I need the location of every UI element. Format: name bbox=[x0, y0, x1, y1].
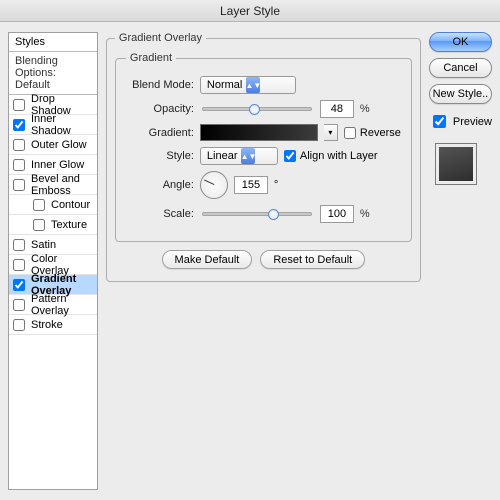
style-label: Inner Glow bbox=[31, 159, 93, 171]
reverse-checkbox[interactable]: Reverse bbox=[344, 127, 401, 139]
style-label: Satin bbox=[31, 239, 93, 251]
make-default-button[interactable]: Make Default bbox=[162, 250, 253, 269]
style-checkbox[interactable] bbox=[13, 239, 25, 251]
legend-inner: Gradient bbox=[126, 52, 176, 64]
reset-to-default-button[interactable]: Reset to Default bbox=[260, 250, 365, 269]
dropdown-arrows-icon: ▲▼ bbox=[246, 77, 260, 93]
style-row-inner-shadow[interactable]: Inner Shadow bbox=[9, 115, 97, 135]
scale-label: Scale: bbox=[126, 208, 194, 220]
style-checkbox[interactable] bbox=[33, 199, 45, 211]
styles-header[interactable]: Styles bbox=[9, 33, 97, 52]
blend-mode-label: Blend Mode: bbox=[126, 79, 194, 91]
gradient-label: Gradient: bbox=[126, 127, 194, 139]
style-label: Outer Glow bbox=[31, 139, 93, 151]
style-checkbox[interactable] bbox=[13, 139, 25, 151]
style-label: Contour bbox=[51, 199, 93, 211]
align-with-layer-checkbox[interactable]: Align with Layer bbox=[284, 150, 378, 162]
style-label: Style: bbox=[126, 150, 194, 162]
style-checkbox[interactable] bbox=[13, 319, 25, 331]
preview-swatch bbox=[435, 143, 477, 185]
style-row-bevel-and-emboss[interactable]: Bevel and Emboss bbox=[9, 175, 97, 195]
layer-style-dialog: Layer Style Styles Blending Options: Def… bbox=[0, 0, 500, 500]
style-label: Pattern Overlay bbox=[31, 293, 93, 317]
style-label: Texture bbox=[51, 219, 93, 231]
style-checkbox[interactable] bbox=[13, 279, 25, 291]
style-row-pattern-overlay[interactable]: Pattern Overlay bbox=[9, 295, 97, 315]
preview-checkbox[interactable]: Preview bbox=[429, 112, 492, 131]
blend-mode-dropdown[interactable]: Normal ▲▼ bbox=[200, 76, 296, 94]
gradient-swatch[interactable] bbox=[200, 124, 318, 141]
angle-dial[interactable] bbox=[200, 171, 228, 199]
style-row-contour[interactable]: Contour bbox=[9, 195, 97, 215]
dropdown-arrows-icon: ▲▼ bbox=[241, 148, 255, 164]
ok-button[interactable]: OK bbox=[429, 32, 492, 52]
scale-input[interactable] bbox=[320, 205, 354, 223]
style-row-texture[interactable]: Texture bbox=[9, 215, 97, 235]
opacity-slider[interactable] bbox=[202, 107, 312, 111]
new-style-button[interactable]: New Style.. bbox=[429, 84, 492, 104]
window-title: Layer Style bbox=[0, 0, 500, 22]
style-checkbox[interactable] bbox=[13, 99, 25, 111]
style-checkbox[interactable] bbox=[13, 119, 25, 131]
degree-label: ° bbox=[274, 179, 278, 191]
cancel-button[interactable]: Cancel bbox=[429, 58, 492, 78]
styles-list-panel: Styles Blending Options: Default Drop Sh… bbox=[8, 32, 98, 490]
percent-label: % bbox=[360, 103, 370, 115]
angle-label: Angle: bbox=[126, 179, 194, 191]
blending-options-row[interactable]: Blending Options: Default bbox=[9, 52, 97, 95]
style-checkbox[interactable] bbox=[13, 259, 25, 271]
style-label: Stroke bbox=[31, 319, 93, 331]
style-dropdown[interactable]: Linear ▲▼ bbox=[200, 147, 278, 165]
gradient-picker-arrow[interactable]: ▾ bbox=[324, 124, 338, 141]
style-label: Bevel and Emboss bbox=[31, 173, 93, 197]
scale-slider[interactable] bbox=[202, 212, 312, 216]
opacity-input[interactable] bbox=[320, 100, 354, 118]
style-checkbox[interactable] bbox=[13, 179, 25, 191]
style-row-stroke[interactable]: Stroke bbox=[9, 315, 97, 335]
legend-outer: Gradient Overlay bbox=[115, 32, 206, 44]
style-checkbox[interactable] bbox=[13, 299, 25, 311]
gradient-overlay-settings: Gradient Overlay Gradient Blend Mode: No… bbox=[106, 32, 421, 490]
style-checkbox[interactable] bbox=[33, 219, 45, 231]
dialog-buttons: OK Cancel New Style.. Preview bbox=[429, 32, 492, 490]
style-label: Inner Shadow bbox=[31, 113, 93, 137]
style-row-outer-glow[interactable]: Outer Glow bbox=[9, 135, 97, 155]
opacity-label: Opacity: bbox=[126, 103, 194, 115]
style-checkbox[interactable] bbox=[13, 159, 25, 171]
angle-input[interactable] bbox=[234, 176, 268, 194]
